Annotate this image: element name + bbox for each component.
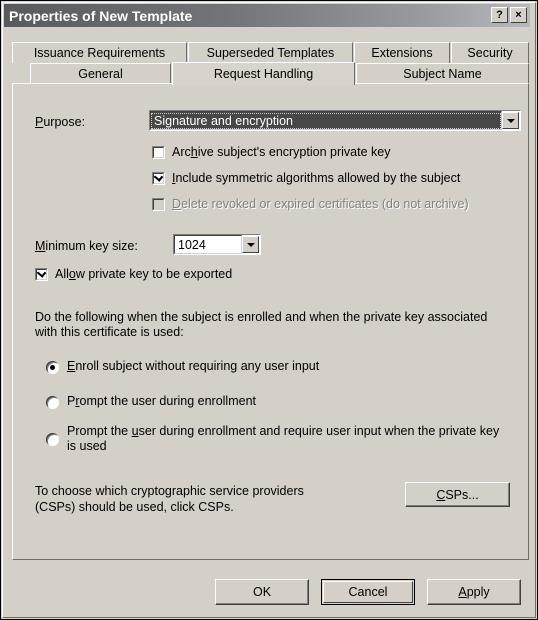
radio-label: Prompt the user during enrollment and re… — [67, 424, 500, 453]
tab-security[interactable]: Security — [451, 42, 529, 63]
checkbox-box[interactable] — [35, 268, 48, 281]
radio-circle[interactable] — [46, 433, 59, 446]
checkbox-allow-private-key-export[interactable]: Allow private key to be exported — [35, 267, 232, 281]
tab-label: Request Handling — [213, 67, 314, 81]
checkbox-box[interactable] — [152, 172, 165, 185]
csp-help-line1: To choose which cryptographic service pr… — [35, 484, 304, 498]
apply-button-accel: A — [458, 585, 467, 599]
tab-label: Subject Name — [403, 67, 482, 81]
csp-help-line2: (CSPs) should be used, click CSPs. — [35, 500, 234, 514]
checkbox-label-accel: D — [172, 197, 182, 211]
checkbox-delete-revoked-certificates: Delete revoked or expired certificates (… — [152, 197, 469, 211]
radio-label: Prompt the user during enrollment — [67, 394, 256, 408]
keysize-label: Minimum key size: — [35, 239, 138, 253]
checkbox-archive-private-key[interactable]: Archive subject's encryption private key — [152, 145, 390, 159]
purpose-label-accel: P — [35, 115, 44, 129]
purpose-combo-arrow[interactable] — [502, 112, 519, 129]
radio-enroll-without-input[interactable]: Enroll subject without requiring any use… — [46, 359, 506, 374]
tab-superseded-templates[interactable]: Superseded Templates — [188, 42, 353, 63]
tab-row-top: Issuance Requirements Superseded Templat… — [12, 42, 529, 63]
title-bar[interactable]: Properties of New Template ? × — [4, 4, 530, 27]
ok-button-label: OK — [252, 585, 272, 599]
enrollment-instructions: Do the following when the subject is enr… — [35, 310, 488, 339]
tab-label: Superseded Templates — [206, 46, 335, 60]
purpose-combo-field[interactable]: Signature and encryption — [150, 111, 502, 130]
radio-label-accel: u — [131, 424, 139, 438]
radio-label-accel: E — [67, 359, 76, 373]
radio-label: Enroll subject without requiring any use… — [67, 359, 320, 373]
tab-label: Extensions — [371, 46, 433, 60]
radio-prompt-during-enrollment[interactable]: Prompt the user during enrollment — [46, 394, 506, 409]
title-bar-buttons: ? × — [491, 7, 527, 23]
dialog-window: Properties of New Template ? × Issuance … — [0, 0, 538, 620]
csps-button-accel: C — [436, 487, 446, 502]
tab-label: Security — [467, 46, 513, 60]
tab-issuance-requirements[interactable]: Issuance Requirements — [12, 42, 187, 63]
apply-button[interactable]: Apply — [427, 579, 521, 605]
keysize-label-accel: M — [35, 239, 46, 253]
keysize-combo-field[interactable]: 1024 — [174, 235, 242, 254]
tab-label: Issuance Requirements — [33, 46, 166, 60]
ok-button[interactable]: OK — [215, 579, 309, 605]
tab-row-bottom: General Request Handling Subject Name — [12, 62, 529, 85]
tab-request-handling[interactable]: Request Handling — [172, 62, 355, 85]
check-icon — [36, 268, 47, 278]
tab-label: General — [78, 67, 123, 81]
checkbox-include-symmetric-algorithms[interactable]: Include symmetric algorithms allowed by … — [152, 171, 460, 185]
csps-button-label: CSPs... — [436, 487, 479, 502]
checkbox-label-accel: I — [172, 171, 176, 185]
purpose-combo-value: Signature and encryption — [151, 112, 501, 129]
radio-label-accel: r — [75, 394, 80, 408]
radio-circle[interactable] — [46, 396, 59, 409]
purpose-combo[interactable]: Signature and encryption — [149, 110, 521, 131]
cancel-button[interactable]: Cancel — [321, 579, 415, 605]
chevron-down-icon — [246, 242, 255, 247]
check-icon — [153, 172, 164, 182]
purpose-label: Purpose: — [35, 115, 86, 129]
close-icon[interactable]: × — [510, 7, 527, 23]
checkbox-label-accel: o — [68, 267, 76, 281]
keysize-combo[interactable]: 1024 — [173, 234, 261, 255]
radio-dot-icon — [50, 365, 55, 370]
tab-subject-name[interactable]: Subject Name — [356, 63, 529, 84]
checkbox-label: Archive subject's encryption private key — [172, 145, 391, 159]
tab-extensions[interactable]: Extensions — [354, 42, 450, 63]
radio-prompt-and-require-input[interactable]: Prompt the user during enrollment and re… — [46, 424, 506, 454]
cancel-button-label: Cancel — [348, 585, 388, 599]
csps-button[interactable]: CSPs... — [405, 482, 510, 507]
keysize-combo-value: 1024 — [178, 237, 206, 252]
radio-circle[interactable] — [46, 361, 59, 374]
tab-strip: Issuance Requirements Superseded Templat… — [12, 42, 529, 85]
tab-general[interactable]: General — [30, 63, 171, 84]
dialog-title: Properties of New Template — [9, 7, 193, 24]
checkbox-box — [152, 198, 165, 211]
help-button[interactable]: ? — [491, 7, 508, 23]
checkbox-label: Delete revoked or expired certificates (… — [172, 197, 469, 211]
chevron-down-icon — [506, 118, 515, 123]
keysize-combo-arrow[interactable] — [242, 236, 259, 253]
checkbox-box[interactable] — [152, 146, 165, 159]
checkbox-label: Include symmetric algorithms allowed by … — [172, 171, 461, 185]
request-handling-panel: Purpose: Signature and encryption Archiv… — [12, 83, 529, 560]
checkbox-label: Allow private key to be exported — [55, 267, 233, 281]
apply-button-label: Apply — [458, 585, 490, 599]
checkbox-label-accel: h — [190, 145, 198, 159]
